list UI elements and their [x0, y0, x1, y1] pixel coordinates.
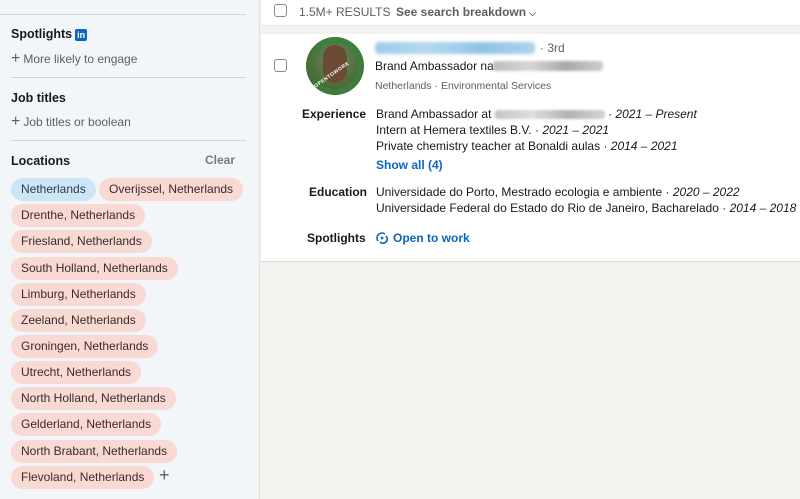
- headline-company-redacted: [493, 61, 603, 71]
- results-toolbar: 1.5M+ RESULTS See search breakdown ⌵: [261, 0, 800, 26]
- clear-locations-button[interactable]: Clear: [205, 153, 235, 167]
- open-to-work-icon: [376, 232, 388, 244]
- experience-role: Brand Ambassador at: [376, 107, 492, 121]
- education-period: 2014 – 2018: [729, 201, 797, 215]
- section-divider: [11, 140, 246, 141]
- profile-headline: Brand Ambassador na: [375, 59, 494, 73]
- experience-item: Brand Ambassador at · 2021 – Present: [376, 107, 697, 121]
- section-divider: [11, 77, 246, 78]
- experience-period: 2021 – 2021: [542, 123, 610, 137]
- education-school: Universidade Federal do Estado do Rio de…: [376, 201, 719, 215]
- location-chip-friesland[interactable]: Friesland, Netherlands: [11, 230, 152, 253]
- linkedin-icon: in: [75, 29, 88, 41]
- select-all-checkbox[interactable]: [274, 4, 287, 17]
- education-period: 2020 – 2022: [672, 185, 740, 199]
- add-spotlight-label: More likely to engage: [23, 52, 138, 66]
- results-panel: 1.5M+ RESULTS See search breakdown ⌵ #OPE…: [261, 0, 800, 499]
- location-chip-overijssel[interactable]: Overijssel, Netherlands: [99, 178, 244, 201]
- experience-item: Private chemistry teacher at Bonaldi aul…: [376, 139, 678, 153]
- education-label: Education: [309, 185, 368, 199]
- location-chip-flevoland[interactable]: Flevoland, Netherlands: [11, 466, 155, 489]
- location-chip-drenthe[interactable]: Drenthe, Netherlands: [11, 204, 146, 227]
- location-chip-south-holland[interactable]: South Holland, Netherlands: [11, 257, 178, 280]
- add-spotlight-button[interactable]: + More likely to engage: [11, 50, 138, 67]
- locations-heading: Locations: [11, 154, 71, 168]
- profile-location: Netherlands · Environmental Services: [375, 80, 552, 92]
- plus-icon: +: [11, 50, 21, 67]
- results-count: 1.5M+ RESULTS: [299, 5, 391, 19]
- experience-period: 2014 – 2021: [610, 139, 678, 153]
- select-result-checkbox[interactable]: [274, 59, 287, 72]
- profile-avatar[interactable]: #OPENTOWORK: [306, 37, 364, 95]
- job-titles-heading: Job titles: [11, 91, 66, 105]
- plus-icon: +: [11, 113, 21, 130]
- location-chip-gelderland[interactable]: Gelderland, Netherlands: [11, 413, 162, 436]
- experience-item: Intern at Hemera textiles B.V. · 2021 – …: [376, 123, 610, 137]
- spotlights-title: Spotlights: [11, 27, 73, 41]
- location-chip-utrecht[interactable]: Utrecht, Netherlands: [11, 361, 142, 384]
- experience-period: 2021 – Present: [615, 107, 697, 121]
- search-breakdown-button[interactable]: See search breakdown ⌵: [396, 5, 536, 19]
- location-chip-north-brabant[interactable]: North Brabant, Netherlands: [11, 440, 178, 463]
- location-chip-limburg[interactable]: Limburg, Netherlands: [11, 283, 146, 306]
- experience-company-redacted: [494, 110, 605, 119]
- open-to-work-link[interactable]: Open to work: [376, 231, 470, 245]
- profile-name-redacted[interactable]: [375, 42, 535, 54]
- location-chip-north-holland[interactable]: North Holland, Netherlands: [11, 387, 176, 410]
- location-chip-netherlands[interactable]: Netherlands: [11, 178, 96, 201]
- open-to-work-label: Open to work: [393, 231, 470, 245]
- experience-role: Private chemistry teacher at Bonaldi aul…: [376, 139, 601, 153]
- filters-sidebar: Spotlights in + More likely to engage Job…: [0, 0, 260, 499]
- spotlights-heading: Spotlights in: [11, 27, 88, 41]
- spotlights-result-label: Spotlights: [307, 231, 366, 245]
- sidebar-top-divider: [0, 14, 246, 15]
- education-school: Universidade do Porto, Mestrado ecologia…: [376, 185, 663, 199]
- show-all-experience-link[interactable]: Show all (4): [376, 158, 443, 172]
- experience-role: Intern at Hemera textiles B.V.: [376, 123, 532, 137]
- experience-label: Experience: [302, 107, 367, 121]
- add-location-button[interactable]: +: [159, 465, 170, 485]
- add-job-title-button[interactable]: + Job titles or boolean: [11, 113, 131, 130]
- education-item: Universidade do Porto, Mestrado ecologia…: [376, 185, 740, 199]
- location-chip-groningen[interactable]: Groningen, Netherlands: [11, 335, 159, 358]
- add-job-title-label: Job titles or boolean: [23, 115, 131, 129]
- education-item: Universidade Federal do Estado do Rio de…: [376, 201, 797, 215]
- search-breakdown-label: See search breakdown: [396, 5, 527, 19]
- connection-degree: · 3rd: [540, 41, 565, 55]
- location-chip-zeeland[interactable]: Zeeland, Netherlands: [11, 309, 146, 332]
- result-card: #OPENTOWORK · 3rd Brand Ambassador na Ne…: [261, 34, 800, 262]
- chevron-down-icon: ⌵: [529, 8, 536, 18]
